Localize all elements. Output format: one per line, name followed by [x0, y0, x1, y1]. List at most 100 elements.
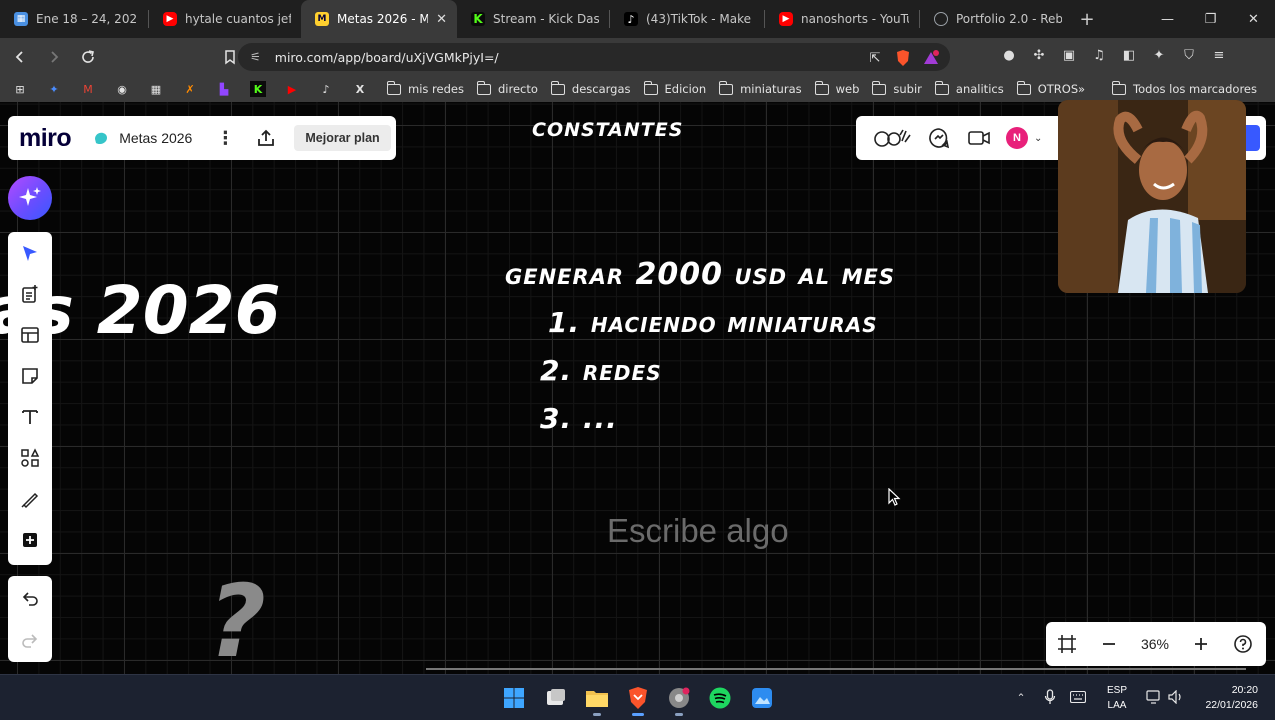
media-icon[interactable]: ♫ [1090, 46, 1108, 64]
undo-redo-panel [8, 576, 52, 662]
more-options-icon[interactable]: ⋮ [216, 128, 234, 149]
taskbar-file-explorer[interactable] [583, 684, 611, 716]
back-button[interactable] [6, 43, 34, 71]
shapes-tool[interactable] [8, 440, 52, 476]
bookmark-x[interactable]: X [352, 81, 374, 97]
miro-logo[interactable]: miro [19, 124, 72, 153]
bookmark-twitch[interactable]: ▙ [216, 81, 238, 97]
ai-assist-button[interactable] [8, 176, 52, 220]
brave-rewards-icon[interactable] [922, 49, 940, 67]
video-call-icon[interactable] [966, 125, 992, 151]
share-icon[interactable]: ⇱ [866, 49, 884, 67]
apps-icon[interactable]: ⊞ [12, 81, 34, 97]
goal-item-2[interactable]: 2. redes [540, 354, 662, 387]
bookmark-folder-descargas[interactable]: descargas [550, 80, 631, 97]
bookmark-folder-analitics[interactable]: analitics [934, 80, 1004, 97]
goal-item-1[interactable]: 1. haciendo miniaturas [548, 306, 878, 339]
network-icon[interactable] [1146, 689, 1162, 707]
brave-shield-icon[interactable] [894, 49, 912, 67]
help-button[interactable] [1222, 622, 1264, 666]
goal-text[interactable]: generar 2000 usd al mes [505, 257, 895, 292]
tab-portfolio[interactable]: Portfolio 2.0 - Rebuild [920, 0, 1072, 38]
bookmark-youtube[interactable]: ▶ [284, 81, 306, 97]
reload-button[interactable] [74, 43, 102, 71]
start-button[interactable] [500, 684, 528, 712]
chevron-up-icon[interactable]: ⌃ [1014, 692, 1028, 704]
taskbar-spotify[interactable] [706, 684, 734, 712]
bookmark-tiktok[interactable]: ♪ [318, 81, 340, 97]
restore-button[interactable]: ❐ [1189, 0, 1232, 38]
bookmark-gmail[interactable]: M [80, 81, 102, 97]
taskbar-image-app[interactable] [748, 684, 776, 712]
menu-icon[interactable]: ≡ [1210, 46, 1228, 64]
bookmark-folder-directo[interactable]: directo [476, 80, 538, 97]
tab-youtube-hytale[interactable]: ▶ hytale cuantos jefes h [149, 0, 301, 38]
tab-kick[interactable]: K Stream - Kick Dashbo [457, 0, 609, 38]
redo-button[interactable] [8, 622, 52, 658]
bookmark-kick[interactable]: K [250, 81, 272, 97]
tab-calendar[interactable]: ▦ Ene 18 – 24, 2026 · No [0, 0, 148, 38]
url-input[interactable]: ⚟ miro.com/app/board/uXjVGMkPjyI=/ ⇱ [238, 43, 950, 71]
reactions-icon[interactable] [872, 125, 912, 151]
bookmark-folder-web[interactable]: web [814, 80, 859, 97]
upgrade-plan-button[interactable]: Mejorar plan [294, 125, 391, 151]
keyboard-icon[interactable] [1069, 690, 1087, 706]
input-language[interactable]: ESP LAA [1107, 683, 1127, 713]
more-bookmarks-icon[interactable]: » [1078, 82, 1085, 96]
windows-taskbar: ⌃ ESP LAA 20:20 22/01/2026 [0, 674, 1275, 720]
user-avatar[interactable]: N [1006, 127, 1028, 149]
site-settings-icon[interactable]: ⚟ [250, 50, 261, 64]
forward-button[interactable] [40, 43, 68, 71]
frame-tool[interactable] [8, 317, 52, 353]
bookmark-globe[interactable]: ◉ [114, 81, 136, 97]
board-name[interactable]: Metas 2026 [119, 130, 192, 146]
tab-miro-metas[interactable]: M Metas 2026 - Mir ✕ [301, 0, 457, 38]
taskbar-brave[interactable] [624, 684, 652, 716]
bookmark-folder-miniaturas[interactable]: miniaturas [718, 80, 802, 97]
pen-tool[interactable] [8, 481, 52, 517]
all-bookmarks-folder[interactable]: Todos los marcadores [1111, 80, 1257, 97]
zoom-out-button[interactable] [1088, 622, 1130, 666]
bookmark-gemini[interactable]: ✦ [46, 81, 68, 97]
select-tool[interactable] [8, 236, 52, 272]
tab-youtube-nanoshorts[interactable]: ▶ nanoshorts - YouTube [765, 0, 919, 38]
mouse-cursor-icon [888, 488, 901, 506]
shield-icon[interactable]: ⛉ [1180, 46, 1198, 64]
zoom-in-button[interactable] [1180, 622, 1222, 666]
taskbar-task-view[interactable] [542, 684, 570, 712]
chevron-down-icon[interactable]: ⌄ [1034, 133, 1042, 144]
leo-icon[interactable]: ✦ [1150, 46, 1168, 64]
close-tab-icon[interactable]: ✕ [436, 12, 447, 27]
fit-to-screen-button[interactable] [1046, 622, 1088, 666]
text-tool[interactable] [8, 399, 52, 435]
minimize-button[interactable]: — [1146, 0, 1189, 38]
bookmark-folder-otros[interactable]: OTROS [1016, 80, 1078, 97]
more-tools[interactable] [8, 522, 52, 558]
bookmark-folder-mis-redes[interactable]: mis redes [386, 80, 464, 97]
templates-tool[interactable] [8, 276, 52, 312]
new-tab-button[interactable]: + [1072, 9, 1102, 30]
export-icon[interactable] [256, 128, 276, 148]
vpn-icon[interactable]: ● [1000, 46, 1018, 64]
undo-button[interactable] [8, 580, 52, 616]
bookmark-calendar[interactable]: ▦ [148, 81, 170, 97]
wallet-icon[interactable]: ▣ [1060, 46, 1078, 64]
goal-item-3[interactable]: 3. ... [540, 402, 618, 435]
tab-tiktok[interactable]: ♪ (43)TikTok - Make You [610, 0, 764, 38]
bookmark-capcut[interactable]: ✗ [182, 81, 204, 97]
microphone-icon[interactable] [1044, 688, 1056, 708]
extensions-icon[interactable]: ✣ [1030, 46, 1048, 64]
close-window-button[interactable]: ✕ [1232, 0, 1275, 38]
volume-icon[interactable] [1168, 689, 1184, 707]
text-placeholder[interactable]: Escribe algo [607, 512, 789, 550]
bookmark-folder-subir[interactable]: subir [871, 80, 922, 97]
bookmark-folder-edicion[interactable]: Edicion [643, 80, 706, 97]
sticky-note-tool[interactable] [8, 358, 52, 394]
zoom-level[interactable]: 36% [1130, 636, 1180, 652]
sidebar-icon[interactable]: ◧ [1120, 46, 1138, 64]
system-clock[interactable]: 20:20 22/01/2026 [1205, 683, 1258, 713]
chat-icon[interactable] [926, 125, 952, 151]
question-mark-drawing[interactable]: ? [208, 572, 266, 672]
taskbar-chrome[interactable] [665, 684, 693, 716]
constantes-heading[interactable]: constantes [532, 112, 683, 143]
